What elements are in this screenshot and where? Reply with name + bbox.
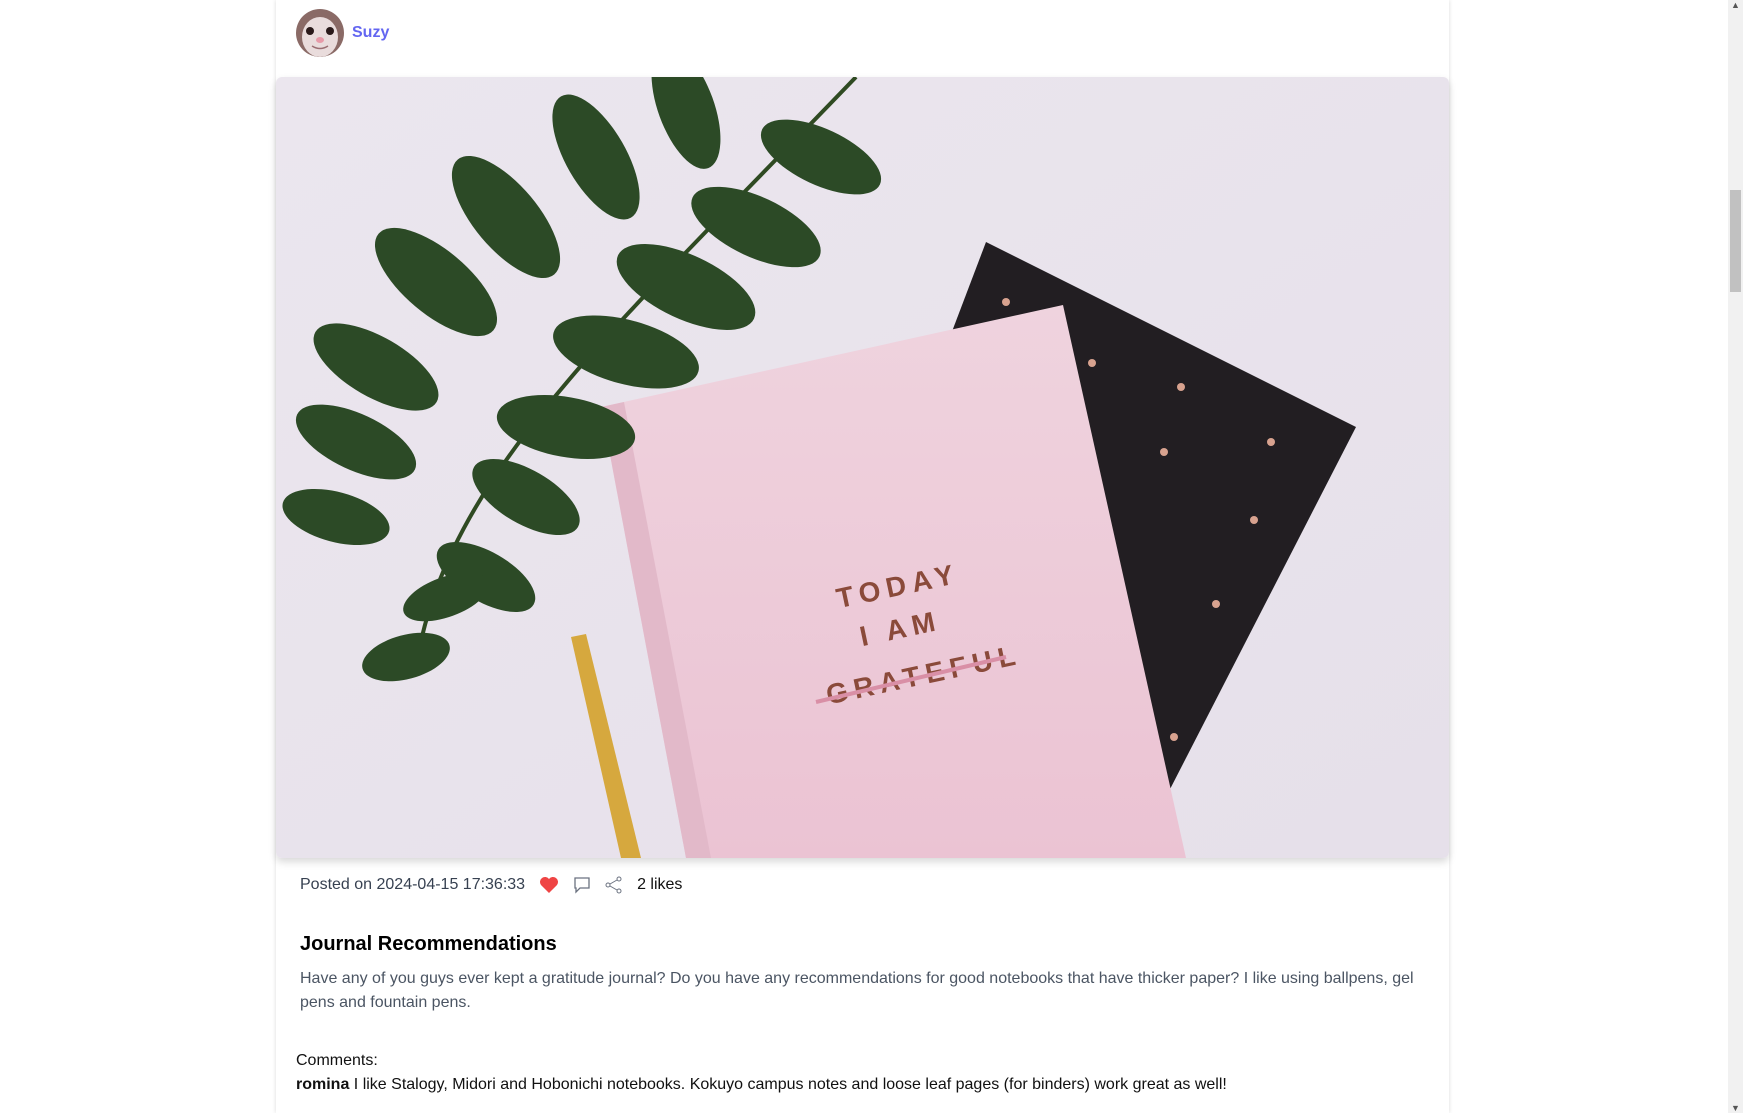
comment-item: romina I like Stalogy, Midori and Hoboni… [296, 1076, 1227, 1094]
post-body: Have any of you guys ever kept a gratitu… [300, 970, 1414, 1011]
heart-icon[interactable] [539, 876, 559, 894]
comments-label: Comments: [296, 1052, 378, 1069]
avatar[interactable] [296, 9, 344, 57]
comment-user[interactable]: romina [296, 1076, 349, 1093]
page-scrollbar[interactable]: ▲ ▼ [1728, 0, 1743, 1113]
scroll-down-icon[interactable]: ▼ [1731, 1103, 1740, 1113]
post-author[interactable]: Suzy [296, 9, 389, 57]
posted-date: Posted on 2024-04-15 17:36:33 [300, 876, 526, 893]
share-icon[interactable] [605, 876, 623, 894]
author-name[interactable]: Suzy [352, 24, 389, 42]
comment-text: I like Stalogy, Midori and Hobonichi not… [353, 1076, 1227, 1093]
comment-icon[interactable] [573, 876, 591, 894]
post-title: Journal Recommendations [300, 933, 557, 955]
scrollbar-thumb[interactable] [1730, 190, 1741, 292]
likes-count: 2 likes [637, 876, 683, 893]
post-image: TODAYI AMGRATEFUL [276, 77, 1449, 858]
post-meta: Posted on 2024-04-15 17:36:33 2 likes [300, 876, 682, 894]
scroll-up-icon[interactable]: ▲ [1731, 0, 1740, 10]
post-card: Suzy TODAYI AMGRATEFUL [276, 0, 1449, 1113]
